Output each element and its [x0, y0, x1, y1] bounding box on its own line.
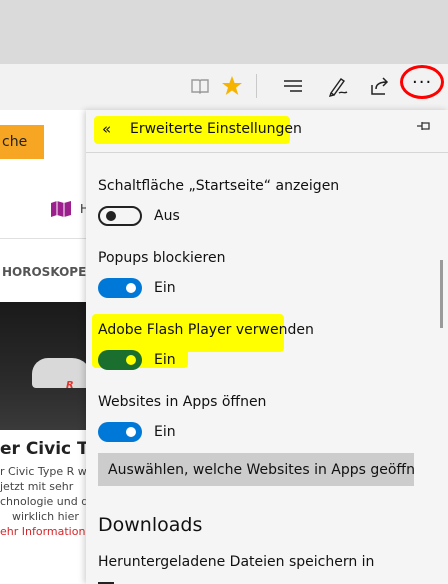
flash-player-toggle[interactable]: [98, 350, 142, 370]
downloads-location-label: Heruntergeladene Dateien speichern in: [98, 554, 375, 570]
back-chevron-icon[interactable]: «: [102, 120, 111, 138]
article-line: jetzt mit sehr: [0, 480, 74, 493]
toggle-knob: [126, 355, 136, 365]
more-info-link[interactable]: ehr Informationen: [0, 525, 99, 538]
startpage-button-toggle[interactable]: [98, 206, 142, 226]
advanced-settings-panel: « Erweiterte Einstellungen Schaltfläche …: [86, 110, 448, 584]
favorite-star-icon[interactable]: [220, 74, 244, 98]
block-popups-label: Popups blockieren: [98, 250, 226, 266]
more-icon[interactable]: ···: [412, 72, 432, 93]
block-popups-toggle[interactable]: [98, 278, 142, 298]
hub-icon[interactable]: [281, 74, 305, 98]
article-line: r Civic Type R w: [0, 465, 87, 478]
open-in-apps-toggle[interactable]: [98, 422, 142, 442]
article-line: wirklich hier: [12, 510, 79, 523]
search-button[interactable]: che: [0, 125, 44, 159]
pin-icon[interactable]: [416, 120, 432, 136]
startpage-button-label: Schaltfläche „Startseite“ anzeigen: [98, 178, 340, 194]
panel-scrollbar[interactable]: [440, 260, 443, 328]
article-image[interactable]: R: [0, 302, 86, 430]
reading-view-icon[interactable]: [188, 74, 212, 98]
toggle-knob: [126, 283, 136, 293]
flash-player-label: Adobe Flash Player verwenden: [98, 322, 314, 338]
block-popups-state: Ein: [154, 280, 176, 296]
open-in-apps-label: Websites in Apps öffnen: [98, 394, 267, 410]
window-titlebar-area: [0, 0, 448, 64]
panel-title: Erweiterte Einstellungen: [130, 121, 302, 137]
car-shape: [32, 358, 86, 388]
flash-player-state: Ein: [154, 352, 176, 368]
panel-header: « Erweiterte Einstellungen: [86, 110, 448, 150]
toolbar-separator: [256, 74, 257, 98]
map-icon: [50, 200, 72, 218]
car-badge: R: [66, 380, 74, 391]
toggle-knob: [126, 427, 136, 437]
divider: [0, 238, 86, 239]
share-icon[interactable]: [368, 74, 392, 98]
open-in-apps-state: Ein: [154, 424, 176, 440]
downloads-heading: Downloads: [98, 514, 203, 536]
article-line: chnologie und de: [0, 495, 95, 508]
choose-apps-button[interactable]: Auswählen, welche Websites in Apps geöff…: [98, 453, 414, 486]
nav-horoskope[interactable]: HOROSKOPE: [2, 265, 86, 279]
header-divider: [86, 152, 448, 153]
startpage-button-state: Aus: [154, 208, 180, 224]
toggle-knob: [106, 211, 116, 221]
web-note-icon[interactable]: [326, 74, 350, 98]
